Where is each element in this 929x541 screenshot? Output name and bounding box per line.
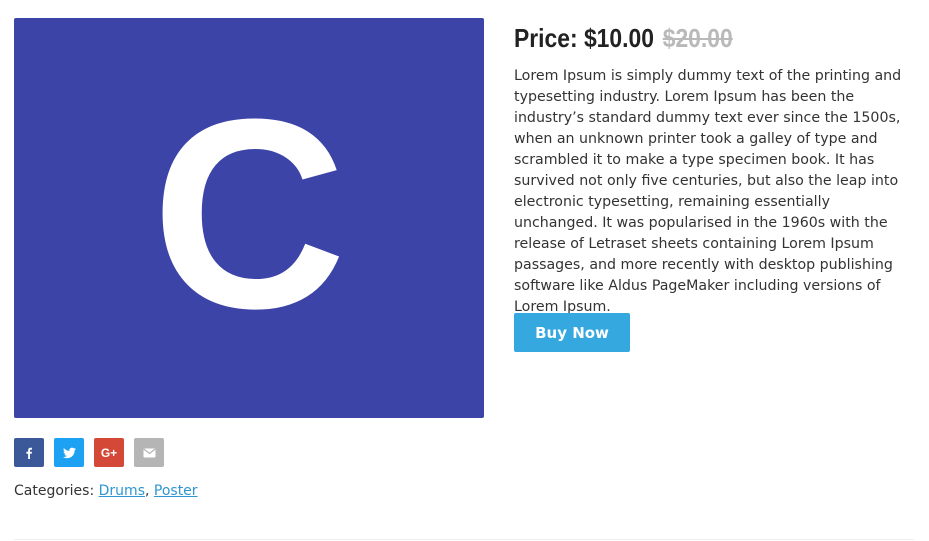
product-description: Lorem Ipsum is simply dummy text of the … (514, 68, 902, 315)
buy-now-button[interactable]: Buy Now (514, 313, 630, 352)
categories-label: Categories: (14, 483, 95, 499)
category-link-drums[interactable]: Drums (99, 483, 145, 499)
twitter-share-button[interactable] (54, 438, 84, 467)
share-buttons: G+ (14, 438, 174, 467)
price-row: Price: $10.00 $20.00 (514, 22, 733, 54)
twitter-icon (62, 447, 76, 458)
facebook-icon (26, 447, 32, 459)
email-share-button[interactable] (134, 438, 164, 467)
price-old: $20.00 (662, 23, 733, 53)
category-link-poster[interactable]: Poster (154, 483, 198, 499)
product-image: C (14, 18, 484, 418)
facebook-share-button[interactable] (14, 438, 44, 467)
price-current: Price: $10.00 (514, 23, 654, 53)
section-divider (14, 539, 914, 540)
category-separator: , (144, 483, 150, 499)
google-plus-share-button[interactable]: G+ (94, 438, 124, 467)
product-categories: Categories: Drums, Poster (14, 483, 198, 499)
email-icon (142, 448, 156, 457)
product-image-letter: C (151, 64, 347, 365)
google-plus-icon: G+ (100, 445, 118, 460)
